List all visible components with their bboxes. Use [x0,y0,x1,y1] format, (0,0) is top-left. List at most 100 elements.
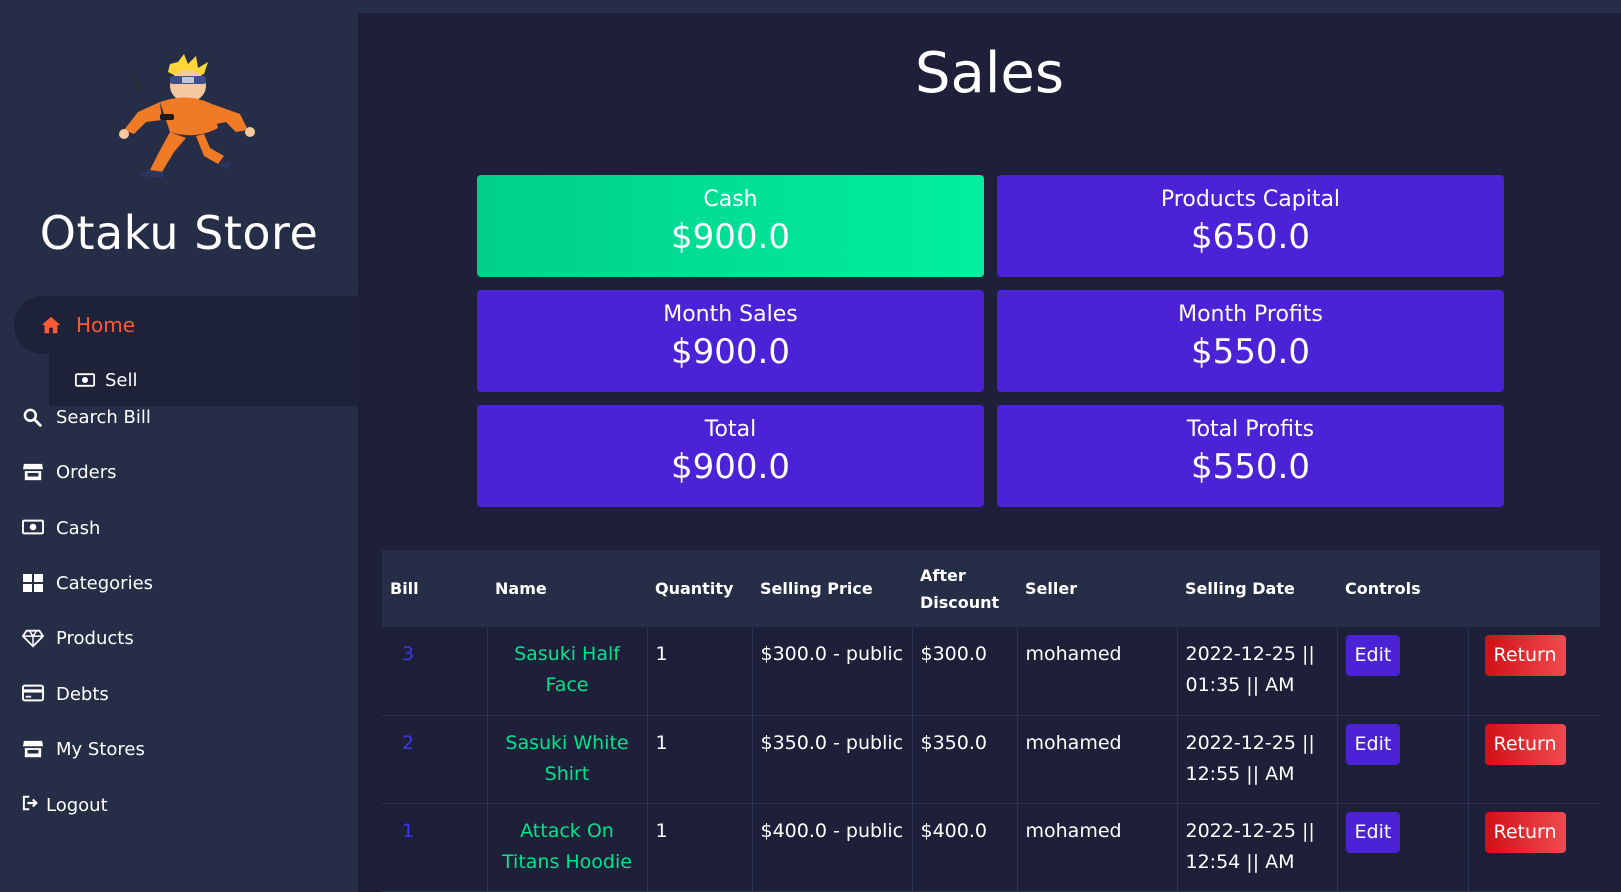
edit-button[interactable]: Edit [1345,723,1401,765]
sidebar-item-products[interactable]: Products [22,623,134,653]
stat-card-value: $900.0 [671,332,790,372]
cell-edit: Edit [1337,803,1469,892]
edit-button[interactable]: Edit [1345,811,1401,853]
sales-table: Bill Name Quantity Selling Price After Di… [382,550,1600,892]
column-header-quantity: Quantity [655,579,734,598]
main-content: Sales Cash $900.0 Products Capital $650.… [358,13,1621,892]
sidebar-item-label: Cash [56,517,101,539]
bill-link[interactable]: 3 [382,627,488,716]
stat-card-label: Total [704,417,757,442]
cell-after-discount: $400.0 [912,803,1018,892]
money-bill-icon [22,518,44,538]
cell-seller: mohamed [1017,715,1178,804]
product-name-link[interactable]: Attack On Titans Hoodie [487,803,648,892]
diamond-icon [22,628,44,648]
table-row: 2 Sasuki White Shirt 1 $350.0 - public $… [382,715,1600,804]
sidebar-item-label: Categories [56,572,154,594]
column-header-selling-price: Selling Price [760,579,873,598]
stat-card-value: $650.0 [1191,217,1310,257]
search-icon [22,407,44,427]
store-icon [22,739,44,759]
sidebar-item-label: Logout [46,794,108,816]
edit-button[interactable]: Edit [1345,635,1401,676]
column-header-name: Name [495,579,547,598]
column-header-controls: Controls [1345,579,1421,598]
logout-icon [22,795,40,815]
stat-card-label: Total Profits [1186,417,1315,442]
stat-card-month-sales: Month Sales $900.0 [477,290,984,392]
sidebar-item-sell[interactable]: Sell [49,354,358,406]
cell-return: Return [1468,715,1600,804]
sidebar-item-label: Orders [56,461,117,483]
stat-card-label: Month Sales [663,302,798,327]
return-button[interactable]: Return [1484,635,1566,676]
stat-card-month-profits: Month Profits $550.0 [997,290,1504,392]
cell-edit: Edit [1337,715,1469,804]
cell-seller: mohamed [1017,803,1178,892]
sidebar-item-label: My Stores [56,738,145,760]
stat-card-value: $550.0 [1191,332,1310,372]
cell-quantity: 1 [647,627,753,716]
product-name-link[interactable]: Sasuki White Shirt [487,715,648,804]
sidebar-item-label: Sell [105,369,138,391]
stat-card-value: $900.0 [671,447,790,487]
cell-selling-date: 2022-12-25 || 01:35 || AM [1177,627,1338,716]
cell-seller: mohamed [1017,627,1178,716]
column-header-after-discount: After Discount [912,550,1017,627]
store-icon [22,462,44,482]
bill-link[interactable]: 1 [382,803,488,892]
column-header-selling-date: Selling Date [1185,579,1295,598]
stat-card-products-capital: Products Capital $650.0 [997,175,1504,277]
stat-card-value: $900.0 [671,217,790,257]
table-row: 3 Sasuki Half Face 1 $300.0 - public $30… [382,627,1600,716]
sidebar: Otaku Store Home Sell Search Bill Orders… [0,0,358,892]
stat-card-label: Products Capital [1160,187,1341,212]
product-name-link[interactable]: Sasuki Half Face [487,627,648,716]
cell-quantity: 1 [647,715,753,804]
stat-card-value: $550.0 [1191,447,1310,487]
header-text: Discount [920,592,1000,612]
return-button[interactable]: Return [1484,811,1566,853]
brand-area: Otaku Store [0,0,358,296]
sidebar-item-cash[interactable]: Cash [22,513,100,543]
stat-card-label: Cash [703,187,758,212]
sidebar-item-label: Search Bill [56,406,151,428]
credit-card-icon [22,684,44,704]
stat-card-label: Month Profits [1178,302,1323,327]
sidebar-item-search-bill[interactable]: Search Bill [22,402,151,432]
sidebar-item-label: Home [76,313,136,337]
store-logo-naruto [119,54,255,178]
column-header-seller: Seller [1025,579,1078,598]
stat-card-cash: Cash $900.0 [477,175,984,277]
table-row: 1 Attack On Titans Hoodie 1 $400.0 - pub… [382,803,1600,892]
bill-link[interactable]: 2 [382,715,488,804]
stat-card-total: Total $900.0 [477,405,984,507]
sidebar-item-logout[interactable]: Logout [22,790,108,820]
column-header-bill: Bill [390,579,419,598]
sidebar-item-debts[interactable]: Debts [22,679,109,709]
sidebar-item-label: Products [56,627,134,649]
money-bill-icon [75,373,95,387]
home-icon [41,316,61,334]
cell-after-discount: $350.0 [912,715,1018,804]
cell-selling-date: 2022-12-25 || 12:55 || AM [1177,715,1338,804]
cell-edit: Edit [1337,627,1469,716]
sidebar-item-my-stores[interactable]: My Stores [22,734,145,764]
sales-table-container: Bill Name Quantity Selling Price After Di… [382,550,1600,892]
stat-card-total-profits: Total Profits $550.0 [997,405,1504,507]
sidebar-item-orders[interactable]: Orders [22,457,117,487]
cell-return: Return [1468,627,1600,716]
sidebar-item-label: Debts [56,683,109,705]
sidebar-item-home[interactable]: Home [14,296,358,354]
page-title: Sales [914,41,1065,106]
cell-selling-date: 2022-12-25 || 12:54 || AM [1177,803,1338,892]
cell-selling-price: $300.0 - public [752,627,913,716]
table-header-row: Bill Name Quantity Selling Price After Di… [382,550,1600,627]
sidebar-item-categories[interactable]: Categories [22,568,153,598]
cell-after-discount: $300.0 [912,627,1018,716]
column-header-blank [1468,550,1600,627]
return-button[interactable]: Return [1484,723,1566,765]
cell-selling-price: $350.0 - public [752,715,913,804]
cell-quantity: 1 [647,803,753,892]
grid-icon [22,573,44,593]
